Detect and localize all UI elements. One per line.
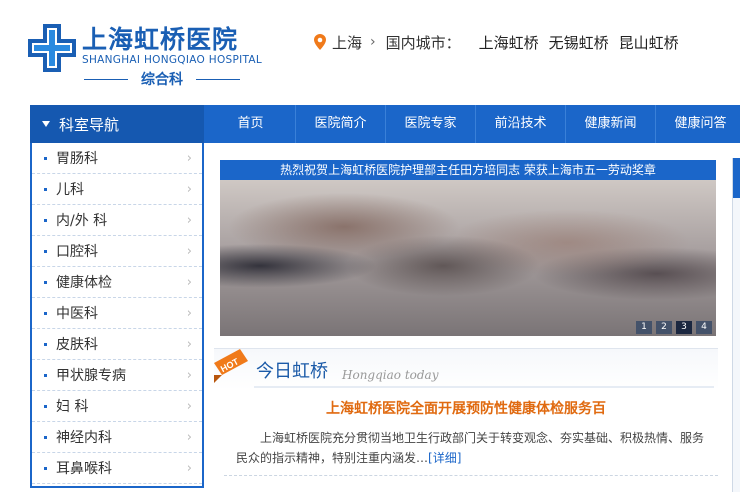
sidebar-item-gastroenterology[interactable]: 胃肠科 › (32, 143, 202, 174)
chevron-right-icon: › (186, 336, 192, 352)
sidebar-item-ent[interactable]: 耳鼻喉科 › (32, 453, 202, 484)
sidebar-item-dermatology[interactable]: 皮肤科 › (32, 329, 202, 360)
banner-page-button[interactable]: 2 (656, 321, 672, 334)
location-pin-icon (314, 34, 326, 50)
bullet-icon (44, 404, 47, 408)
bullet-icon (44, 373, 47, 377)
chevron-right-icon: › (186, 212, 192, 228)
banner-image[interactable] (220, 180, 716, 336)
department-nav-title: 科室导航 (59, 115, 120, 134)
city-selector: 上海 › 国内城市： 上海虹桥 无锡虹桥 昆山虹桥 (314, 31, 689, 53)
news-summary: 上海虹桥医院充分贯彻当地卫生行政部门关于转变观念、夯实基础、积极热情、服务民众的… (236, 428, 712, 468)
news-headline[interactable]: 上海虹桥医院全面开展预防性健康体检服务百 (214, 398, 718, 418)
city-link-wuxi-hongqiao[interactable]: 无锡虹桥 (549, 32, 609, 53)
sidebar-item-label: 胃肠科 (56, 151, 98, 167)
sidebar-item-label: 中医科 (56, 306, 98, 322)
chevron-right-icon: › (186, 150, 192, 166)
sidebar-item-label: 口腔科 (56, 244, 98, 260)
main-nav: 首页 医院简介 医院专家 前沿技术 健康新闻 健康问答 (206, 105, 740, 143)
banner-pager: 1 2 3 4 (636, 321, 712, 334)
bullet-icon (44, 311, 47, 315)
banner-caption[interactable]: 热烈祝贺上海虹桥医院护理部主任田方培同志 荣获上海市五一劳动奖章 (220, 160, 716, 180)
domestic-cities-label: 国内城市： (385, 33, 461, 52)
site-header: 上海虹桥医院 SHANGHAI HONGQIAO HOSPITAL 综合科 上海… (0, 0, 740, 100)
right-panel-edge (732, 158, 740, 492)
chevron-right-icon: › (186, 243, 192, 259)
sidebar-item-label: 健康体检 (56, 275, 112, 291)
chevron-right-icon: › (186, 429, 192, 445)
bullet-icon (44, 280, 47, 284)
chevron-right-icon: › (186, 460, 192, 476)
city-link-kunshan-hongqiao[interactable]: 昆山虹桥 (619, 32, 679, 53)
chevron-right-icon: › (370, 34, 376, 50)
hot-badge-icon: HOT (214, 349, 248, 383)
bullet-icon (44, 342, 47, 346)
sidebar-item-label: 神经内科 (56, 430, 112, 446)
sidebar-item-dental[interactable]: 口腔科 › (32, 236, 202, 267)
section-divider (224, 475, 718, 476)
logo-english-name: SHANGHAI HONGQIAO HOSPITAL (82, 54, 263, 66)
sidebar-item-label: 耳鼻喉科 (56, 461, 112, 477)
chevron-right-icon: › (186, 305, 192, 321)
banner-page-button-active[interactable]: 3 (676, 321, 692, 334)
nav-item-about[interactable]: 医院简介 (296, 105, 386, 143)
bullet-icon (44, 187, 47, 191)
bullet-icon (44, 249, 47, 253)
bullet-icon (44, 466, 47, 470)
logo-divider-left (84, 79, 128, 80)
banner-page-button[interactable]: 1 (636, 321, 652, 334)
section-title: 今日虹桥 (256, 361, 328, 382)
nav-item-health-qa[interactable]: 健康问答 (656, 105, 740, 143)
section-title-english: Hongqiao today (342, 368, 439, 382)
sidebar-item-label: 甲状腺专病 (56, 368, 126, 384)
department-sidebar: 胃肠科 › 儿科 › 内/外 科 › 口腔科 › 健康体检 › 中医科 › 皮肤科 › 甲状腺… (30, 143, 204, 488)
chevron-right-icon: › (186, 398, 192, 414)
logo-subtitle: 综合科 (141, 72, 183, 88)
sidebar-item-neurology[interactable]: 神经内科 › (32, 422, 202, 453)
bullet-icon (44, 218, 47, 222)
city-link-shanghai-hongqiao[interactable]: 上海虹桥 (479, 32, 539, 53)
chevron-right-icon: › (186, 274, 192, 290)
current-city[interactable]: 上海 (332, 32, 362, 53)
bullet-icon (44, 156, 47, 160)
sidebar-item-gynecology[interactable]: 妇 科 › (32, 391, 202, 422)
section-header: HOT 今日虹桥 Hongqiao today (214, 348, 718, 390)
chevron-right-icon: › (186, 181, 192, 197)
department-nav-header[interactable]: 科室导航 (30, 105, 204, 143)
section-underline (254, 386, 714, 388)
logo-divider-right (196, 79, 240, 80)
right-panel-tab[interactable] (733, 158, 740, 198)
sidebar-item-label: 儿科 (56, 182, 84, 198)
sidebar-item-pediatrics[interactable]: 儿科 › (32, 174, 202, 205)
sidebar-item-internal-surgery[interactable]: 内/外 科 › (32, 205, 202, 236)
sidebar-item-label: 内/外 科 (56, 213, 108, 229)
nav-item-home[interactable]: 首页 (206, 105, 296, 143)
news-summary-text: 上海虹桥医院充分贯彻当地卫生行政部门关于转变观念、夯实基础、积极热情、服务民众的… (236, 431, 705, 465)
triangle-down-icon (42, 121, 50, 127)
news-banner-slider[interactable]: 热烈祝贺上海虹桥医院护理部主任田方培同志 荣获上海市五一劳动奖章 1 2 3 4 (220, 160, 716, 336)
sidebar-item-tcm[interactable]: 中医科 › (32, 298, 202, 329)
sidebar-item-label: 妇 科 (56, 399, 89, 415)
nav-item-health-news[interactable]: 健康新闻 (566, 105, 656, 143)
logo-title: 上海虹桥医院 (82, 25, 239, 54)
today-hongqiao-section: HOT 今日虹桥 Hongqiao today 上海虹桥医院全面开展预防性健康体… (214, 348, 718, 492)
read-more-link[interactable]: [详细] (428, 451, 461, 465)
bullet-icon (44, 435, 47, 439)
sidebar-item-label: 皮肤科 (56, 337, 98, 353)
banner-page-button[interactable]: 4 (696, 321, 712, 334)
chevron-right-icon: › (186, 367, 192, 383)
hospital-logo[interactable]: 上海虹桥医院 SHANGHAI HONGQIAO HOSPITAL 综合科 (28, 14, 262, 88)
nav-item-experts[interactable]: 医院专家 (386, 105, 476, 143)
nav-item-technology[interactable]: 前沿技术 (476, 105, 566, 143)
medical-cross-icon (28, 24, 76, 72)
sidebar-item-checkup[interactable]: 健康体检 › (32, 267, 202, 298)
sidebar-item-thyroid[interactable]: 甲状腺专病 › (32, 360, 202, 391)
